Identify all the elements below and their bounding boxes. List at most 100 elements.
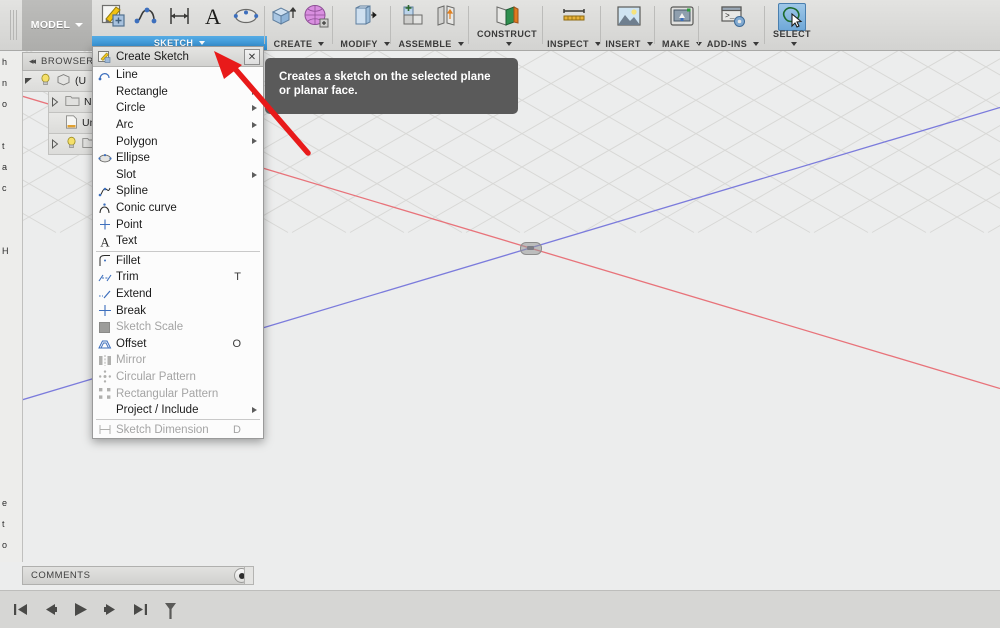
edge-strip-char: a (2, 162, 8, 172)
menu-item-project-include[interactable]: Project / Include (93, 402, 263, 419)
3d-print-icon[interactable] (669, 4, 695, 30)
ribbon-group-inspect[interactable]: INSPECT (546, 0, 602, 50)
tree-twisty-collapsed[interactable] (49, 96, 61, 108)
ribbon-group-insert[interactable]: INSERT (604, 0, 654, 50)
sketch-menu-header[interactable]: Create Sketch ✕ (93, 47, 263, 67)
menu-item-label: Circle (116, 102, 146, 115)
sketch-menu-items: Line Rectangle Circle Arc Polygon Ellips (93, 67, 263, 438)
ribbon-group-sketch[interactable]: A SKETCH (92, 0, 267, 50)
menu-item-arc[interactable]: Arc (93, 117, 263, 134)
chevron-down-icon (318, 42, 325, 46)
ribbon-group-select[interactable]: SELECT (768, 0, 816, 50)
menu-item-shortcut: O (232, 337, 241, 350)
menu-item-label: Ellipse (116, 152, 150, 165)
joint-icon[interactable] (435, 4, 461, 30)
step-back-button[interactable] (42, 601, 59, 618)
create-sketch-icon[interactable] (101, 4, 127, 30)
svg-text:A: A (100, 235, 110, 248)
menu-item-polygon[interactable]: Polygon (93, 133, 263, 150)
menu-item-point[interactable]: Point (93, 216, 263, 233)
menu-item-trim[interactable]: Trim T (93, 269, 263, 286)
go-to-end-button[interactable] (132, 601, 149, 618)
comments-scrollbar[interactable] (244, 566, 254, 585)
form-icon[interactable] (303, 4, 329, 30)
menu-item-spline[interactable]: Spline (93, 183, 263, 200)
edge-strip-char (0, 451, 22, 472)
menu-item-line[interactable]: Line (93, 67, 263, 84)
ribbon-group-addins[interactable]: >_ ADD-INS (702, 0, 764, 50)
menu-item-extend[interactable]: Extend (93, 286, 263, 303)
menu-item-text[interactable]: A Text (93, 233, 263, 250)
sketch-dropdown-menu[interactable]: Create Sketch ✕ Line Rectangle Circle Ar… (92, 46, 264, 440)
circular-pattern-icon (98, 370, 112, 384)
menu-item-label: Polygon (116, 135, 158, 148)
ribbon-group-assemble[interactable]: ASSEMBLE (394, 0, 468, 50)
menu-item-label: Trim (116, 271, 139, 284)
comments-panel-titlebar[interactable]: COMMENTS (22, 566, 254, 585)
comments-title: COMMENTS (31, 570, 91, 581)
press-pull-icon[interactable] (352, 4, 378, 30)
menu-item-label: Mirror (116, 354, 147, 367)
component-icon (56, 73, 71, 89)
chevron-down-icon (753, 42, 760, 46)
tree-twisty-expanded[interactable] (23, 75, 35, 87)
new-component-icon[interactable] (402, 4, 428, 30)
menu-item-break[interactable]: Break (93, 302, 263, 319)
chevron-down-icon (505, 42, 512, 46)
mirror-icon (98, 354, 112, 367)
tooltip: Creates a sketch on the selected plane o… (265, 58, 518, 114)
workspace-tab-model[interactable]: MODEL (22, 0, 92, 50)
origin-point[interactable] (520, 242, 542, 255)
ribbon-group-modify[interactable]: MODIFY (336, 0, 394, 50)
fillet-icon (98, 254, 112, 267)
text-icon[interactable]: A (200, 4, 226, 30)
menu-item-label: Sketch Scale (116, 321, 184, 334)
edge-strip-char (0, 220, 22, 241)
ribbon-group-construct[interactable]: CONSTRUCT (472, 0, 542, 50)
ribbon-group-create[interactable]: CREATE (270, 0, 328, 50)
no-icon (98, 135, 112, 148)
close-icon[interactable]: ✕ (244, 49, 260, 65)
menu-item-sketch-scale: Sketch Scale (93, 319, 263, 336)
scripts-addins-icon[interactable]: >_ (720, 4, 746, 30)
timeline-marker[interactable] (162, 601, 179, 619)
browser-tree-label: (U (75, 75, 87, 87)
menu-item-label: Extend (116, 288, 152, 301)
insert-image-icon[interactable] (616, 4, 642, 30)
sketch-dimension-icon[interactable] (167, 4, 193, 30)
edge-strip-char: e (2, 498, 8, 508)
select-lasso-icon[interactable] (778, 3, 806, 31)
menu-item-slot[interactable]: Slot (93, 167, 263, 184)
light-bulb-icon[interactable] (39, 73, 52, 89)
ellipse-icon[interactable] (233, 4, 259, 30)
offset-plane-icon[interactable] (494, 4, 520, 30)
no-icon (98, 404, 112, 417)
menu-item-offset[interactable]: Offset O (93, 336, 263, 353)
timeline-statusbar (0, 590, 1000, 628)
measure-icon[interactable] (561, 4, 587, 30)
light-bulb-icon[interactable] (65, 136, 78, 152)
step-forward-button[interactable] (102, 601, 119, 618)
edge-strip-char (0, 367, 22, 388)
play-button[interactable] (72, 601, 89, 618)
menu-item-rectangle[interactable]: Rectangle (93, 84, 263, 101)
ribbon-group-text-select: SELECT (773, 29, 811, 39)
ribbon-grip[interactable] (10, 10, 17, 40)
tree-twisty-collapsed[interactable] (49, 138, 61, 150)
menu-item-circle[interactable]: Circle (93, 100, 263, 117)
menu-divider (96, 419, 260, 421)
menu-item-ellipse[interactable]: Ellipse (93, 150, 263, 167)
collapse-left-icon[interactable]: ◂◂ (29, 56, 36, 67)
go-to-beginning-button[interactable] (12, 601, 29, 618)
menu-divider (96, 250, 260, 252)
spline-icon[interactable] (134, 4, 160, 30)
ribbon-toolbar: MODEL A SKETCH CREATE MODIFY ASSEMBLE CO… (0, 0, 1000, 51)
extrude-icon[interactable] (270, 4, 297, 30)
menu-item-label: Conic curve (116, 202, 177, 215)
ribbon-separator (332, 6, 333, 44)
conic-curve-icon (98, 202, 112, 215)
menu-item-fillet[interactable]: Fillet (93, 253, 263, 270)
menu-item-label: Break (116, 304, 147, 317)
ribbon-group-label-addins: ADD-INS (702, 39, 764, 49)
menu-item-conic-curve[interactable]: Conic curve (93, 200, 263, 217)
